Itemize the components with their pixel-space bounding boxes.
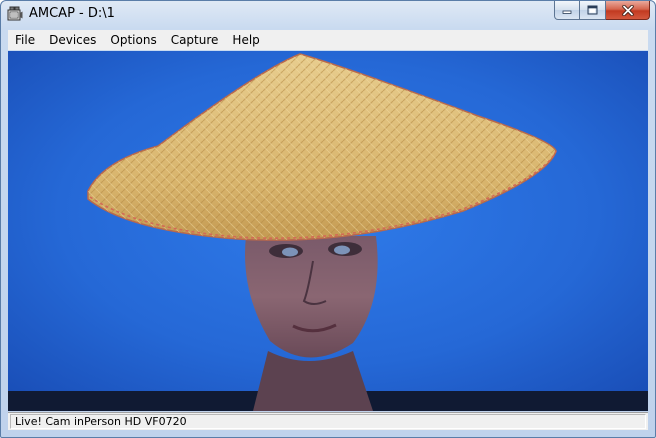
status-bar: Live! Cam inPerson HD VF0720: [8, 412, 648, 430]
window-title: AMCAP - D:\1: [29, 6, 115, 21]
maximize-icon: [587, 5, 598, 15]
minimize-button[interactable]: [554, 1, 580, 20]
close-icon: [621, 4, 634, 16]
title-bar[interactable]: AMCAP - D:\1: [1, 1, 655, 29]
app-window: AMCAP - D:\1 File Devices Options Captur…: [0, 0, 656, 438]
video-preview: [8, 51, 648, 411]
amcap-camera-icon[interactable]: [7, 6, 23, 22]
menu-capture[interactable]: Capture: [164, 30, 226, 50]
menu-help[interactable]: Help: [225, 30, 266, 50]
maximize-button[interactable]: [580, 1, 606, 20]
status-panel: Live! Cam inPerson HD VF0720: [10, 414, 646, 429]
menu-file[interactable]: File: [8, 30, 42, 50]
video-frame: [8, 51, 648, 411]
menu-options[interactable]: Options: [103, 30, 163, 50]
menu-bar: File Devices Options Capture Help: [8, 30, 648, 50]
caption-buttons: [554, 1, 650, 21]
minimize-icon: [562, 10, 572, 14]
menu-devices[interactable]: Devices: [42, 30, 103, 50]
close-button[interactable]: [606, 1, 650, 20]
status-text: Live! Cam inPerson HD VF0720: [15, 415, 187, 428]
